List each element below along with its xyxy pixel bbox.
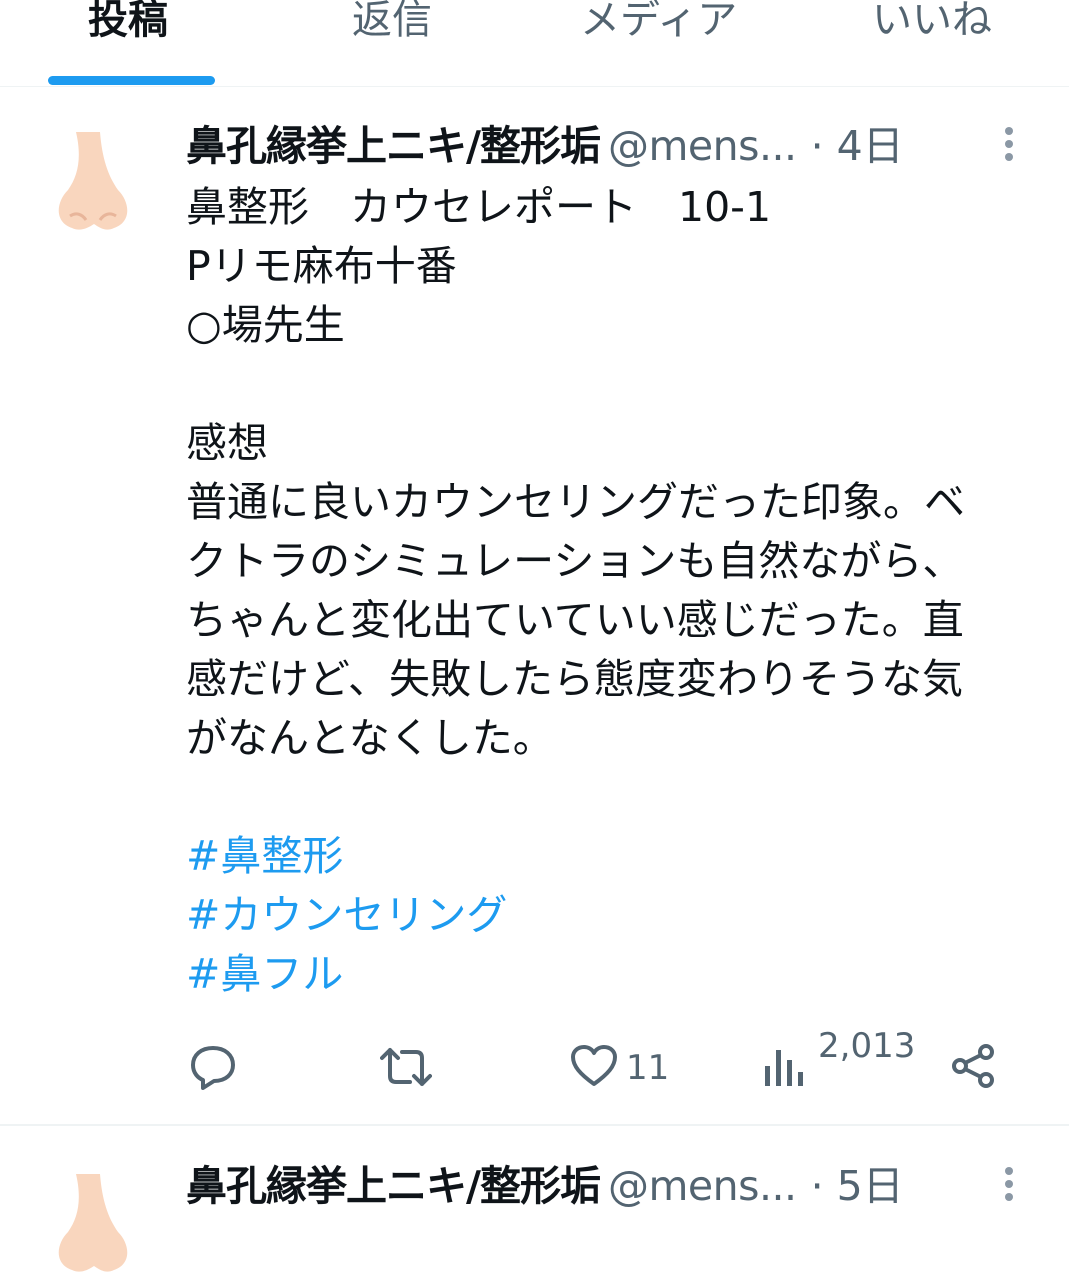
- share-button[interactable]: [950, 1042, 998, 1090]
- post-text-blank-line: [186, 768, 1036, 827]
- hashtag-link[interactable]: #カウンセリング: [186, 886, 1036, 945]
- more-dot-icon: [1005, 153, 1013, 161]
- tabs-divider: [0, 86, 1069, 87]
- share-icon: [952, 1044, 994, 1088]
- like-count: 11: [626, 1048, 670, 1088]
- reply-button[interactable]: [188, 1044, 238, 1090]
- profile-tabs: 投稿 返信 メディア いいね: [0, 0, 1069, 87]
- more-dot-icon: [1005, 140, 1013, 148]
- more-dot-icon: [1005, 1167, 1013, 1175]
- post-text-line: Pリモ麻布十番: [186, 242, 457, 290]
- hashtag-link[interactable]: #鼻フル: [186, 945, 1036, 1004]
- reply-icon: [191, 1046, 235, 1090]
- more-options-button[interactable]: [999, 1162, 1019, 1212]
- views-icon: [765, 1050, 803, 1086]
- post-text-line: 感だけど、失敗したら態度変わりそうな気: [186, 655, 963, 703]
- post-text-line: 普通に良いカウンセリングだった印象。ベ: [186, 478, 965, 526]
- post-text: 鼻整形 カウセレポート 10-1 Pリモ麻布十番 ○場先生 感想 普通に良いカウ…: [186, 178, 1036, 1004]
- post-text-line: 鼻整形 カウセレポート 10-1: [186, 183, 772, 231]
- tab-media[interactable]: メディア: [580, 0, 737, 50]
- post-divider: [0, 1124, 1069, 1126]
- post-text-line: 感想: [186, 419, 268, 467]
- active-tab-indicator: [48, 76, 215, 85]
- post-text-line: ちゃんと変化出ていていい感じだった。直: [186, 596, 964, 644]
- post-text-line: ○場先生: [186, 301, 345, 349]
- avatar[interactable]: [48, 128, 138, 238]
- display-name[interactable]: 鼻孔縁挙上ニキ/整形垢: [186, 1162, 601, 1210]
- avatar[interactable]: [48, 1170, 138, 1280]
- repost-icon: [380, 1048, 432, 1086]
- more-dot-icon: [1005, 127, 1013, 135]
- more-options-button[interactable]: [999, 122, 1019, 172]
- post-time[interactable]: · 5日: [811, 1162, 904, 1210]
- post-header: 鼻孔縁挙上ニキ/整形垢 @mens... · 4日: [186, 118, 1029, 174]
- like-button[interactable]: [570, 1044, 618, 1088]
- heart-icon: [571, 1045, 617, 1086]
- user-handle[interactable]: @mens...: [608, 1162, 797, 1210]
- more-dot-icon: [1005, 1180, 1013, 1188]
- post-time[interactable]: · 4日: [811, 122, 904, 170]
- post-text-blank-line: [186, 355, 1036, 414]
- post-actions: 11 2,013: [0, 1026, 1069, 1096]
- display-name[interactable]: 鼻孔縁挙上ニキ/整形垢: [186, 122, 601, 170]
- post-text-line: クトラのシミュレーションも自然ながら、: [186, 537, 964, 585]
- tab-likes[interactable]: いいね: [872, 0, 992, 50]
- user-handle[interactable]: @mens...: [608, 122, 797, 170]
- views-count: 2,013: [818, 1026, 916, 1066]
- post-text-line: がなんとなくした。: [186, 714, 554, 762]
- views-button[interactable]: [762, 1044, 806, 1090]
- tab-posts[interactable]: 投稿: [88, 0, 168, 50]
- tab-replies[interactable]: 返信: [352, 0, 432, 50]
- post-header: 鼻孔縁挙上ニキ/整形垢 @mens... · 5日: [186, 1158, 1029, 1214]
- nose-icon: [58, 132, 128, 230]
- repost-button[interactable]: [380, 1044, 432, 1090]
- hashtag-link[interactable]: #鼻整形: [186, 827, 1036, 886]
- nose-icon: [58, 1174, 128, 1272]
